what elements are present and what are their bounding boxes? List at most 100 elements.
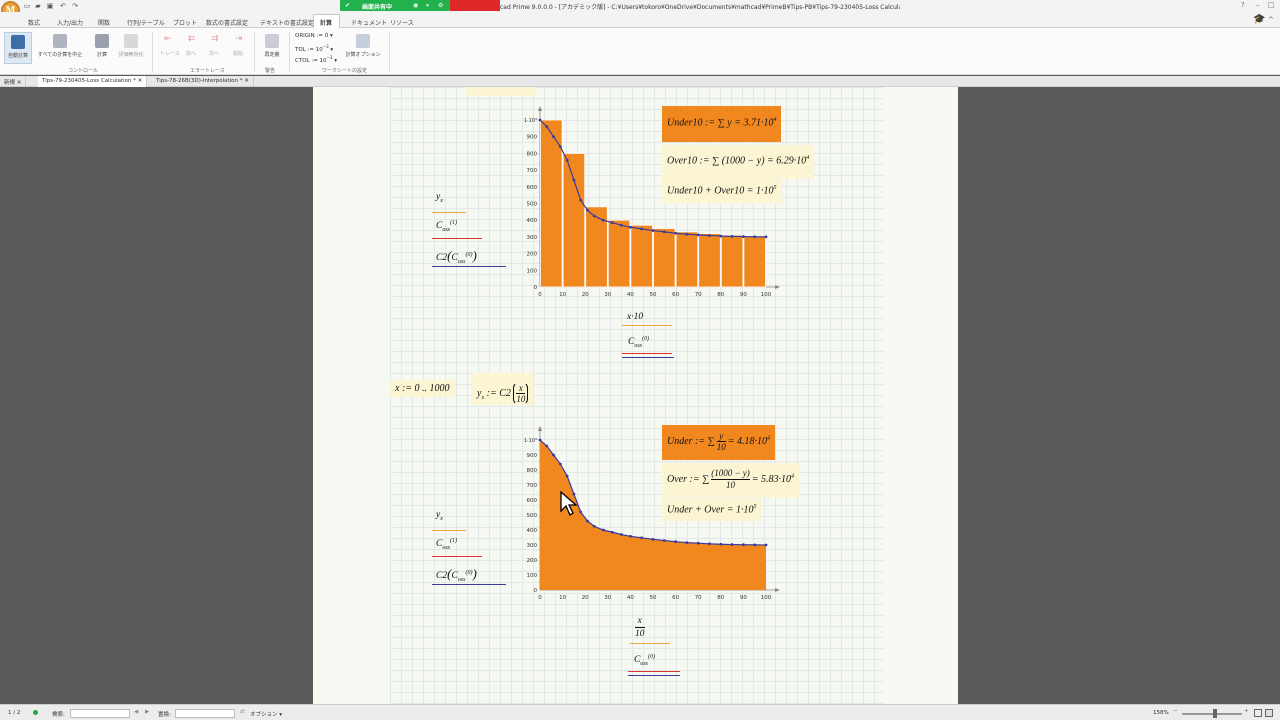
y-tick-label: 600 [527,185,538,191]
eq-under-text: Under := ∑ [667,435,715,447]
ctol-setting[interactable]: CTOL := 10−3 ▾ [295,55,337,64]
x-tick-label: 100 [761,595,772,601]
x-tick-label: 30 [604,292,611,298]
eq-over[interactable]: Over := ∑ (1000 − y) 10 = 5.83·104 [662,463,800,498]
frac-num: y [716,431,726,442]
replace-icon[interactable]: ⇄ [240,709,245,715]
draft-view-icon[interactable] [1265,709,1273,717]
disable-eval-button[interactable]: 評価無効化 [115,34,147,58]
tab-formulas[interactable]: 数式 [28,18,40,27]
y-tick-label: 900 [527,135,538,141]
data-point [565,474,569,478]
xlabel-line-red [622,353,672,354]
xlabel-line-red [628,671,680,672]
calc-options-button[interactable]: 計算オプション [343,34,383,58]
stop-all-button[interactable]: すべての計算を中止 [37,34,83,58]
tab-plots[interactable]: プロット [173,18,197,27]
tab-io[interactable]: 入力/出力 [57,18,83,27]
doc-tab-interpolation[interactable]: Tips-78-26B(3D)-Interpolation * ✕ [152,76,254,87]
tab-calculation[interactable]: 計算 [320,18,332,27]
calculate-button[interactable]: 計算 [92,34,112,58]
options-dropdown[interactable]: オプション ▾ [250,710,282,718]
xlabel-line-orange [630,643,670,644]
x-tick-label: 100 [761,292,772,298]
legend-c2-fn: C2 [436,253,448,263]
data-point [719,234,723,238]
close-icon[interactable]: ✕ [138,78,143,84]
eq-over10[interactable]: Over10 := ∑ (1000 − y) = 6.29·104 [662,145,815,179]
tol-setting[interactable]: TOL := 10−3 ▾ [295,44,333,53]
auto-calc-button[interactable]: 自動計算 [4,32,32,64]
settings-icon[interactable]: ⚙ [438,2,443,9]
x-tick-label: 20 [582,292,589,298]
data-point [674,540,677,544]
group-label-warning: 警告 [265,68,276,74]
x-tick-label: 50 [650,292,657,298]
save-icon[interactable]: ▣ [46,2,54,10]
tab-math-format[interactable]: 数式の書式設定 [206,18,248,27]
range-definition[interactable]: x := 0 .. 1000 [390,380,455,397]
tab-document[interactable]: ドキュメント [351,18,387,27]
y-sub: x [481,394,485,401]
legend-line-blue [432,266,506,267]
search-input[interactable] [70,709,130,718]
zoom-slider-thumb[interactable] [1213,709,1217,718]
search-next-icon[interactable]: ▶ [145,709,149,715]
open-folder-icon[interactable]: ▰ [34,2,42,10]
zoom-in-icon[interactable]: + [1244,708,1249,714]
xlabel-sup: (0) [648,654,656,660]
doc-tab-loss-calculation[interactable]: Tips-79-230405-Loss Calculation * ✕ [38,76,148,87]
eq-under[interactable]: Under := ∑ y 10 = 4.18·104 [662,425,776,460]
help-icon[interactable]: ? [1241,1,1245,9]
tab-text-format[interactable]: テキストの書式設定 [260,18,314,27]
undo-icon[interactable]: ↶ [59,2,67,10]
search-prev-icon[interactable]: ◀ [134,709,138,715]
y-tick-label: 300 [527,543,538,549]
close-icon[interactable]: ✕ [244,78,249,84]
data-point [674,231,677,235]
zoom-slider[interactable] [1182,713,1242,715]
collapse-ribbon-icon[interactable]: ^ [1268,16,1274,24]
zoom-out-icon[interactable]: − [1173,708,1178,714]
legend-oss: oss [442,545,451,552]
stop-share-button[interactable] [450,0,500,11]
close-icon[interactable]: ✕ [17,80,22,86]
new-file-icon[interactable]: ▭ [23,2,31,10]
y-definition[interactable]: yx := C2 x 10 [472,373,534,405]
pause-icon[interactable]: ⏸ [426,2,429,10]
y-tick-label: 100 [527,573,538,579]
share-status-icon: ✔ [345,2,351,9]
legend-sup: (1) [450,538,458,544]
legend-y-sub: x [440,515,443,522]
graduation-cap-icon[interactable]: 🎓 [1253,14,1265,25]
replace-input[interactable] [175,709,235,718]
x-tick-label: 70 [695,595,702,601]
eq-sum10[interactable]: Under10 + Over10 = 1·105 [662,179,782,203]
data-point [696,541,700,545]
data-point [753,543,757,547]
trace-label: トレース [160,51,180,57]
mic-icon[interactable]: ◉ [413,2,418,9]
page-view-icon[interactable] [1254,709,1262,717]
prev-icon: ⇇ [188,34,196,44]
legend-oss: oss [457,258,466,265]
doc-tab-new[interactable]: 新規 ✕ [0,76,27,87]
minimize-icon[interactable]: – [1256,1,1260,9]
eq-over-exp: 4 [791,473,795,480]
xlabel-line-orange [622,325,672,326]
tab-matrices[interactable]: 行列/テーブル [127,18,165,27]
data-point [552,453,555,457]
c2-fn: := C2 [486,387,511,399]
eq-sum[interactable]: Under + Over = 1·105 [662,499,762,521]
redefine-button[interactable]: 再定義 [260,34,284,58]
x-tick-label: 10 [559,595,566,601]
origin-setting[interactable]: ORIGIN := 0 ▾ [295,33,333,39]
data-point [538,438,542,442]
legend-y-sub: x [440,197,443,204]
redo-icon[interactable]: ↷ [71,2,79,10]
eq-under10[interactable]: Under10 := ∑ y = 3.71·104 [662,106,782,142]
tab-resources[interactable]: リソース [390,18,414,27]
tab-functions[interactable]: 関数 [98,18,110,27]
maximize-icon[interactable]: □ [1268,1,1275,9]
data-point [545,125,549,129]
